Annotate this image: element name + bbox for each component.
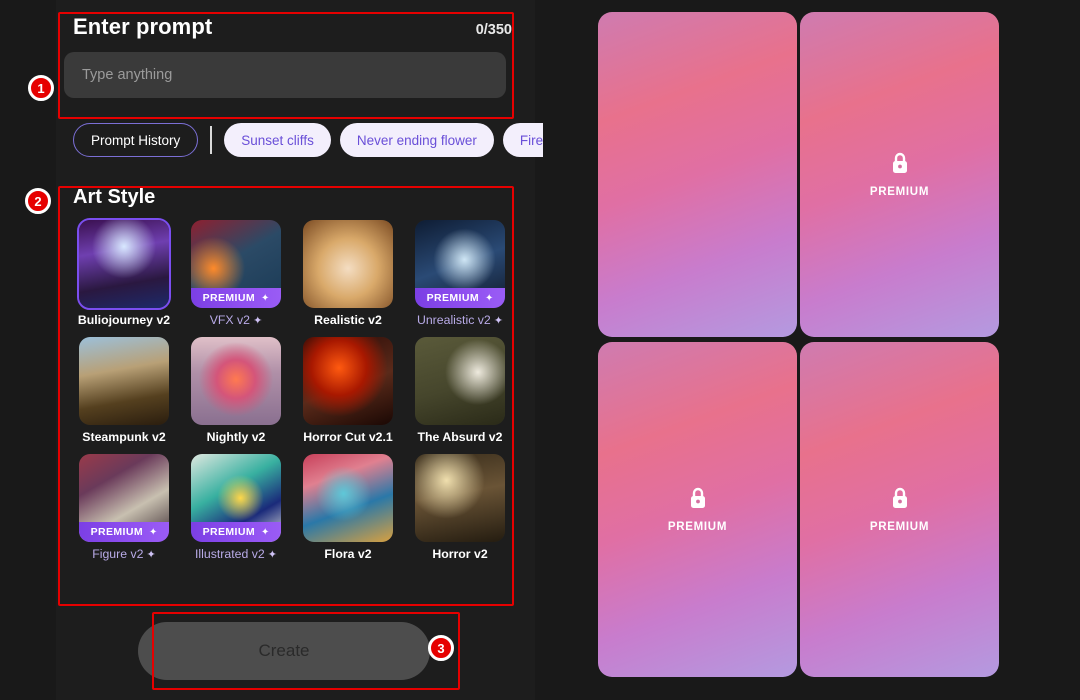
gallery-card-1[interactable] bbox=[598, 12, 797, 337]
annotation-box-1 bbox=[58, 12, 514, 119]
lock-icon bbox=[890, 151, 910, 175]
annotation-box-3 bbox=[152, 612, 460, 690]
lock-icon bbox=[688, 486, 708, 510]
annotation-badge-1: 1 bbox=[28, 75, 54, 101]
annotation-badge-2: 2 bbox=[25, 188, 51, 214]
chip-divider bbox=[210, 126, 213, 154]
premium-label: PREMIUM bbox=[667, 521, 728, 533]
app-root: Enter prompt 0/350 Prompt History Sunset… bbox=[0, 0, 1080, 700]
premium-label: PREMIUM bbox=[869, 521, 930, 533]
gallery-card-2[interactable]: PREMIUM bbox=[800, 12, 999, 337]
prompt-suggestion-row: Prompt History Sunset cliffs Never endin… bbox=[73, 122, 543, 158]
result-gallery: PREMIUM PREMIUM PREMIUM bbox=[590, 0, 1010, 700]
suggestion-chip-0[interactable]: Sunset cliffs bbox=[224, 123, 331, 157]
suggestion-chip-1[interactable]: Never ending flower bbox=[339, 123, 494, 157]
lock-icon bbox=[890, 486, 910, 510]
annotation-box-2 bbox=[58, 186, 514, 606]
prompt-history-button[interactable]: Prompt History bbox=[73, 123, 199, 157]
annotation-badge-3: 3 bbox=[428, 635, 454, 661]
suggestion-chip-2[interactable]: Fire and w bbox=[502, 123, 543, 157]
gallery-card-4[interactable]: PREMIUM bbox=[800, 342, 999, 677]
premium-label: PREMIUM bbox=[869, 186, 930, 198]
gallery-card-3[interactable]: PREMIUM bbox=[598, 342, 797, 677]
